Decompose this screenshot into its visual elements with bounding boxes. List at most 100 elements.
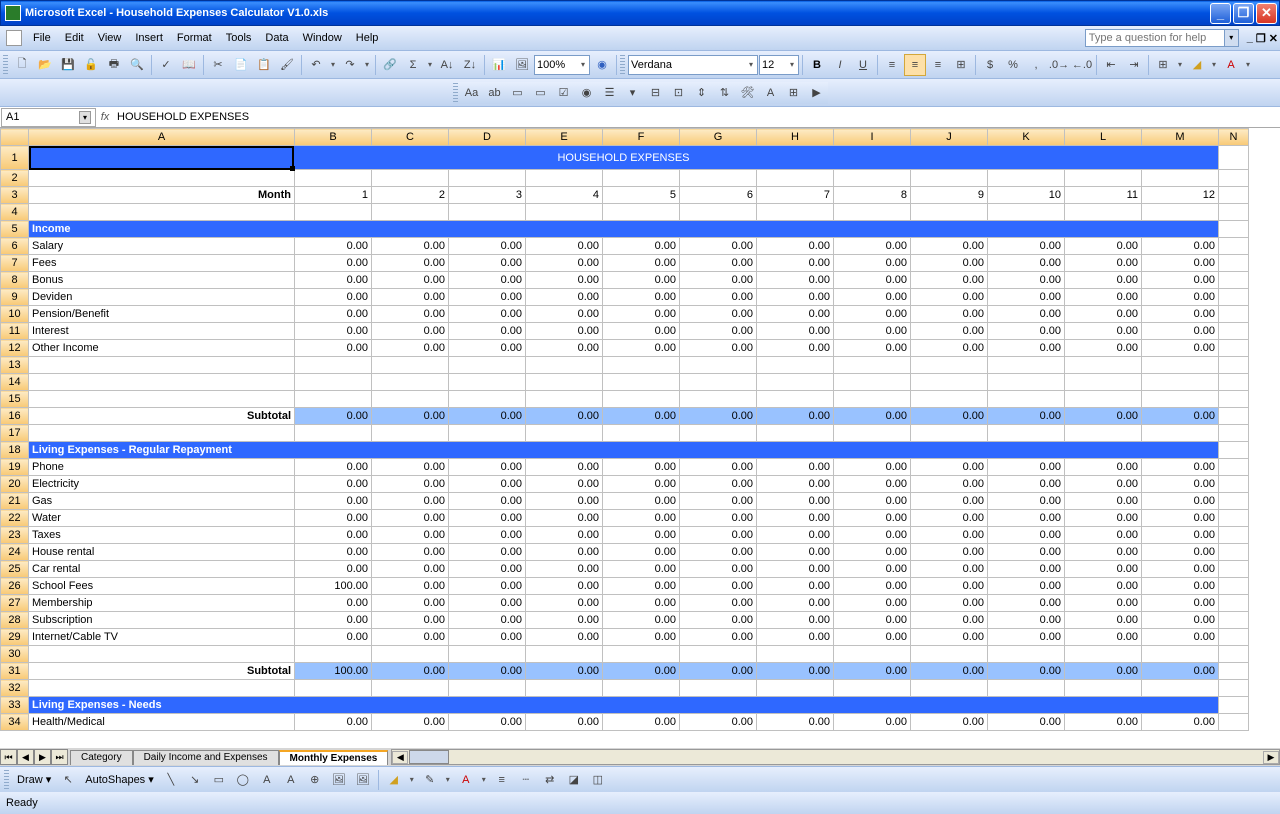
cell[interactable]: 0.00 [1065, 476, 1142, 493]
cell[interactable] [372, 357, 449, 374]
cell[interactable]: 0.00 [834, 663, 911, 680]
cell[interactable] [834, 391, 911, 408]
cell[interactable]: Fees [29, 255, 295, 272]
cell[interactable]: 0.00 [1065, 578, 1142, 595]
cell[interactable] [757, 680, 834, 697]
cell[interactable]: 0.00 [295, 510, 372, 527]
fill-color-icon[interactable]: ◢ [1186, 54, 1208, 76]
row-header[interactable]: 18 [1, 442, 29, 459]
cell[interactable]: Internet/Cable TV [29, 629, 295, 646]
cell[interactable]: Subtotal [29, 663, 295, 680]
cell[interactable]: 0.00 [911, 459, 988, 476]
cell[interactable]: 0.00 [1065, 561, 1142, 578]
format-painter-icon[interactable]: 🖌 [276, 54, 298, 76]
menu-tools[interactable]: Tools [219, 30, 259, 46]
cell[interactable]: 0.00 [603, 408, 680, 425]
column-header[interactable]: L [1065, 129, 1142, 146]
cell[interactable]: 0.00 [988, 408, 1065, 425]
cell[interactable]: 8 [834, 187, 911, 204]
cell[interactable]: 0.00 [1065, 408, 1142, 425]
cell[interactable]: 0.00 [911, 306, 988, 323]
cell[interactable]: 0.00 [449, 663, 526, 680]
cell[interactable] [1219, 629, 1249, 646]
align-left-icon[interactable]: ≡ [881, 54, 903, 76]
cell[interactable]: 0.00 [1142, 544, 1219, 561]
cell[interactable]: 0.00 [372, 493, 449, 510]
cell[interactable] [680, 374, 757, 391]
hyperlink-icon[interactable]: 🔗 [379, 54, 401, 76]
code-icon[interactable]: A [760, 82, 782, 104]
cell[interactable] [1219, 714, 1249, 731]
column-header[interactable]: G [680, 129, 757, 146]
row-header[interactable]: 10 [1, 306, 29, 323]
cell[interactable] [526, 680, 603, 697]
cell[interactable]: Health/Medical [29, 714, 295, 731]
cell[interactable]: 0.00 [680, 629, 757, 646]
sort-desc-icon[interactable]: Z↓ [459, 54, 481, 76]
cell[interactable]: 0.00 [988, 714, 1065, 731]
cell[interactable] [988, 374, 1065, 391]
cell[interactable]: 11 [1065, 187, 1142, 204]
cell[interactable]: 0.00 [1142, 459, 1219, 476]
picture-icon[interactable]: 🖼 [352, 769, 374, 791]
cell[interactable]: 0.00 [295, 272, 372, 289]
cell[interactable]: 0.00 [449, 578, 526, 595]
cell[interactable] [1219, 510, 1249, 527]
cell[interactable]: 0.00 [603, 289, 680, 306]
cell[interactable]: 0.00 [680, 578, 757, 595]
cell[interactable] [834, 646, 911, 663]
cell[interactable]: 0.00 [372, 272, 449, 289]
menu-file[interactable]: File [26, 30, 58, 46]
cell[interactable]: 0.00 [680, 289, 757, 306]
cell[interactable]: School Fees [29, 578, 295, 595]
cell[interactable]: 0.00 [603, 578, 680, 595]
menu-window[interactable]: Window [296, 30, 349, 46]
dash-style-icon[interactable]: ┄ [515, 769, 537, 791]
font-color-icon[interactable]: A [1220, 54, 1242, 76]
cell[interactable]: 0.00 [1065, 595, 1142, 612]
cell[interactable]: 0.00 [603, 561, 680, 578]
cell[interactable]: 0.00 [1065, 323, 1142, 340]
cell[interactable] [1219, 476, 1249, 493]
cell[interactable]: 0.00 [680, 459, 757, 476]
doc-close-button[interactable]: ✕ [1269, 32, 1278, 45]
cell[interactable] [911, 646, 988, 663]
cell[interactable]: 0.00 [834, 272, 911, 289]
cell[interactable] [449, 391, 526, 408]
print-preview-icon[interactable]: 🔍 [126, 54, 148, 76]
fontsize-combo[interactable]: 12▾ [759, 55, 799, 75]
cell[interactable]: 0.00 [603, 340, 680, 357]
tab-last-icon[interactable]: ⏭ [51, 749, 68, 765]
cell[interactable]: 0.00 [1065, 629, 1142, 646]
cell[interactable] [757, 170, 834, 187]
cell[interactable] [372, 170, 449, 187]
cell[interactable] [757, 646, 834, 663]
cell[interactable] [911, 425, 988, 442]
cell[interactable] [834, 170, 911, 187]
cell[interactable] [526, 170, 603, 187]
cell[interactable]: 0.00 [988, 578, 1065, 595]
select-all-button[interactable] [1, 129, 29, 146]
toolbar-grip-icon[interactable] [453, 83, 458, 103]
cell[interactable]: 0.00 [372, 544, 449, 561]
cell[interactable]: 0.00 [1142, 255, 1219, 272]
cell[interactable]: 0.00 [372, 306, 449, 323]
cell[interactable]: 0.00 [988, 340, 1065, 357]
cell[interactable]: 0.00 [372, 459, 449, 476]
cell[interactable]: 0.00 [295, 476, 372, 493]
cell[interactable] [1142, 425, 1219, 442]
cell[interactable] [295, 646, 372, 663]
row-header[interactable]: 7 [1, 255, 29, 272]
cell[interactable]: 0.00 [526, 510, 603, 527]
cell[interactable] [834, 425, 911, 442]
cell[interactable]: 0.00 [680, 714, 757, 731]
cell[interactable]: 0.00 [1142, 527, 1219, 544]
cell[interactable]: 0.00 [680, 510, 757, 527]
cell[interactable] [1219, 272, 1249, 289]
cell[interactable]: 0.00 [372, 612, 449, 629]
cell[interactable] [1219, 459, 1249, 476]
arrow-icon[interactable]: ↘ [184, 769, 206, 791]
cell[interactable]: Water [29, 510, 295, 527]
cell[interactable]: 0.00 [526, 408, 603, 425]
cell[interactable]: 12 [1142, 187, 1219, 204]
